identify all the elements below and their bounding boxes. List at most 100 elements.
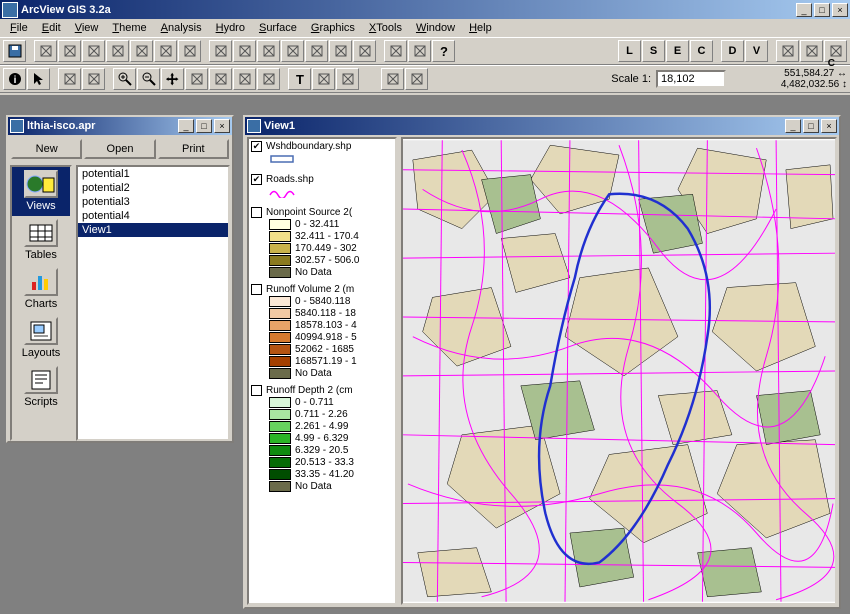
view-titlebar[interactable]: View1 _ □ × (245, 117, 839, 135)
legend-swatch (269, 332, 291, 343)
text-icon[interactable]: T (288, 68, 311, 90)
sidebar-item-charts[interactable]: Charts (12, 265, 70, 314)
project-maximize-button[interactable]: □ (196, 119, 212, 133)
scale-input[interactable] (656, 70, 726, 88)
pointer-icon[interactable] (27, 68, 50, 90)
menu-help[interactable]: Help (463, 21, 498, 35)
letter-button-c[interactable]: C (690, 40, 713, 62)
layer[interactable]: Runoff Volume 2 (m0 - 5840.1185840.118 -… (251, 284, 393, 379)
lens-icon[interactable] (233, 40, 256, 62)
legend-label: 5840.118 - 18 (295, 308, 356, 319)
layer[interactable]: ✔Roads.shp (251, 174, 393, 201)
dotplot-icon[interactable] (154, 40, 177, 62)
menu-view[interactable]: View (69, 21, 105, 35)
legend-swatch (269, 231, 291, 242)
zoomout-icon[interactable] (137, 68, 160, 90)
layer-name: Wshdboundary.shp (266, 141, 351, 152)
brush-icon[interactable] (178, 40, 201, 62)
new-button[interactable]: New (11, 139, 82, 159)
crosshair-icon[interactable] (58, 68, 81, 90)
letter-button-e[interactable]: E (666, 40, 689, 62)
menu-xtools[interactable]: XTools (363, 21, 408, 35)
list-item[interactable]: potential3 (78, 195, 228, 209)
find-icon[interactable] (209, 40, 232, 62)
layout-icon[interactable] (130, 40, 153, 62)
tool-a-icon[interactable] (381, 68, 404, 90)
list-item[interactable]: View1 (78, 223, 228, 237)
help-icon[interactable]: ? (432, 40, 455, 62)
minimize-button[interactable]: _ (796, 3, 812, 17)
layer-checkbox[interactable]: ✔ (251, 174, 262, 185)
runner-icon[interactable] (776, 40, 799, 62)
table-of-contents[interactable]: ✔ Wshdboundary.shp ✔Roads.shp Nonpoint Sour… (247, 137, 397, 605)
select-icon[interactable] (329, 40, 352, 62)
identify-icon[interactable] (209, 68, 232, 90)
legend-label: 33.35 - 41.20 (295, 469, 354, 480)
menu-analysis[interactable]: Analysis (155, 21, 208, 35)
project-titlebar[interactable]: lthia-isco.apr _ □ × (8, 117, 232, 135)
zoomsel-icon[interactable] (305, 40, 328, 62)
sheet-icon[interactable] (34, 40, 57, 62)
legend-swatch (269, 153, 295, 168)
menu-edit[interactable]: Edit (36, 21, 67, 35)
list-item[interactable]: potential4 (78, 209, 228, 223)
letter-button-l[interactable]: L (618, 40, 641, 62)
project-close-button[interactable]: × (214, 119, 230, 133)
draw-icon[interactable] (312, 68, 335, 90)
view-close-button[interactable]: × (821, 119, 837, 133)
clear-icon[interactable] (353, 40, 376, 62)
sidebar-item-layouts[interactable]: Layouts (12, 314, 70, 363)
layer[interactable]: Runoff Depth 2 (cm0 - 0.7110.711 - 2.262… (251, 385, 393, 492)
maximize-button[interactable]: □ (814, 3, 830, 17)
table-icon[interactable] (82, 40, 105, 62)
layer-checkbox[interactable]: ✔ (251, 141, 262, 152)
layer-checkbox[interactable] (251, 284, 262, 295)
project-title: lthia-isco.apr (27, 120, 176, 132)
layer-checkbox[interactable] (251, 385, 262, 396)
sidebar-item-views[interactable]: Views (12, 167, 70, 216)
grid-icon[interactable] (58, 40, 81, 62)
letter-button-v[interactable]: V (745, 40, 768, 62)
refresh-icon[interactable] (408, 40, 431, 62)
close-button[interactable]: × (832, 3, 848, 17)
menu-hydro[interactable]: Hydro (210, 21, 251, 35)
legend-item: 0 - 0.711 (269, 397, 393, 408)
measure-icon[interactable] (185, 68, 208, 90)
info-icon[interactable]: i (3, 68, 26, 90)
label-icon[interactable] (257, 68, 280, 90)
view-maximize-button[interactable]: □ (803, 119, 819, 133)
tool-b-icon[interactable] (405, 68, 428, 90)
project-minimize-button[interactable]: _ (178, 119, 194, 133)
legend-label: 18578.103 - 4 (295, 320, 357, 331)
view-minimize-button[interactable]: _ (785, 119, 801, 133)
sidebar-item-scripts[interactable]: Scripts (12, 363, 70, 412)
open-button[interactable]: Open (84, 139, 155, 159)
letter-button-s[interactable]: S (642, 40, 665, 62)
menu-window[interactable]: Window (410, 21, 461, 35)
layer[interactable]: ✔ Wshdboundary.shp (251, 141, 393, 168)
zoomfull-icon[interactable] (281, 40, 304, 62)
chart-icon[interactable] (106, 40, 129, 62)
query-icon[interactable] (257, 40, 280, 62)
pan-icon[interactable] (161, 68, 184, 90)
legend-item: 32.411 - 170.4 (269, 231, 393, 242)
map-canvas[interactable] (401, 137, 837, 605)
menu-graphics[interactable]: Graphics (305, 21, 361, 35)
sidebar-item-tables[interactable]: Tables (12, 216, 70, 265)
menu-surface[interactable]: Surface (253, 21, 303, 35)
point-icon[interactable] (336, 68, 359, 90)
print-button[interactable]: Print (158, 139, 229, 159)
zoomin-icon[interactable] (113, 68, 136, 90)
list-item[interactable]: potential2 (78, 181, 228, 195)
menu-theme[interactable]: Theme (106, 21, 152, 35)
save-icon[interactable] (3, 40, 26, 62)
hotlink-icon[interactable] (233, 68, 256, 90)
menu-file[interactable]: File (4, 21, 34, 35)
logo-icon[interactable] (384, 40, 407, 62)
cross-icon[interactable] (82, 68, 105, 90)
letter-button-d[interactable]: D (721, 40, 744, 62)
layer-checkbox[interactable] (251, 207, 262, 218)
relation-icon[interactable] (800, 40, 823, 62)
layer[interactable]: Nonpoint Source 2(0 - 32.41132.411 - 170… (251, 207, 393, 278)
list-item[interactable]: potential1 (78, 167, 228, 181)
